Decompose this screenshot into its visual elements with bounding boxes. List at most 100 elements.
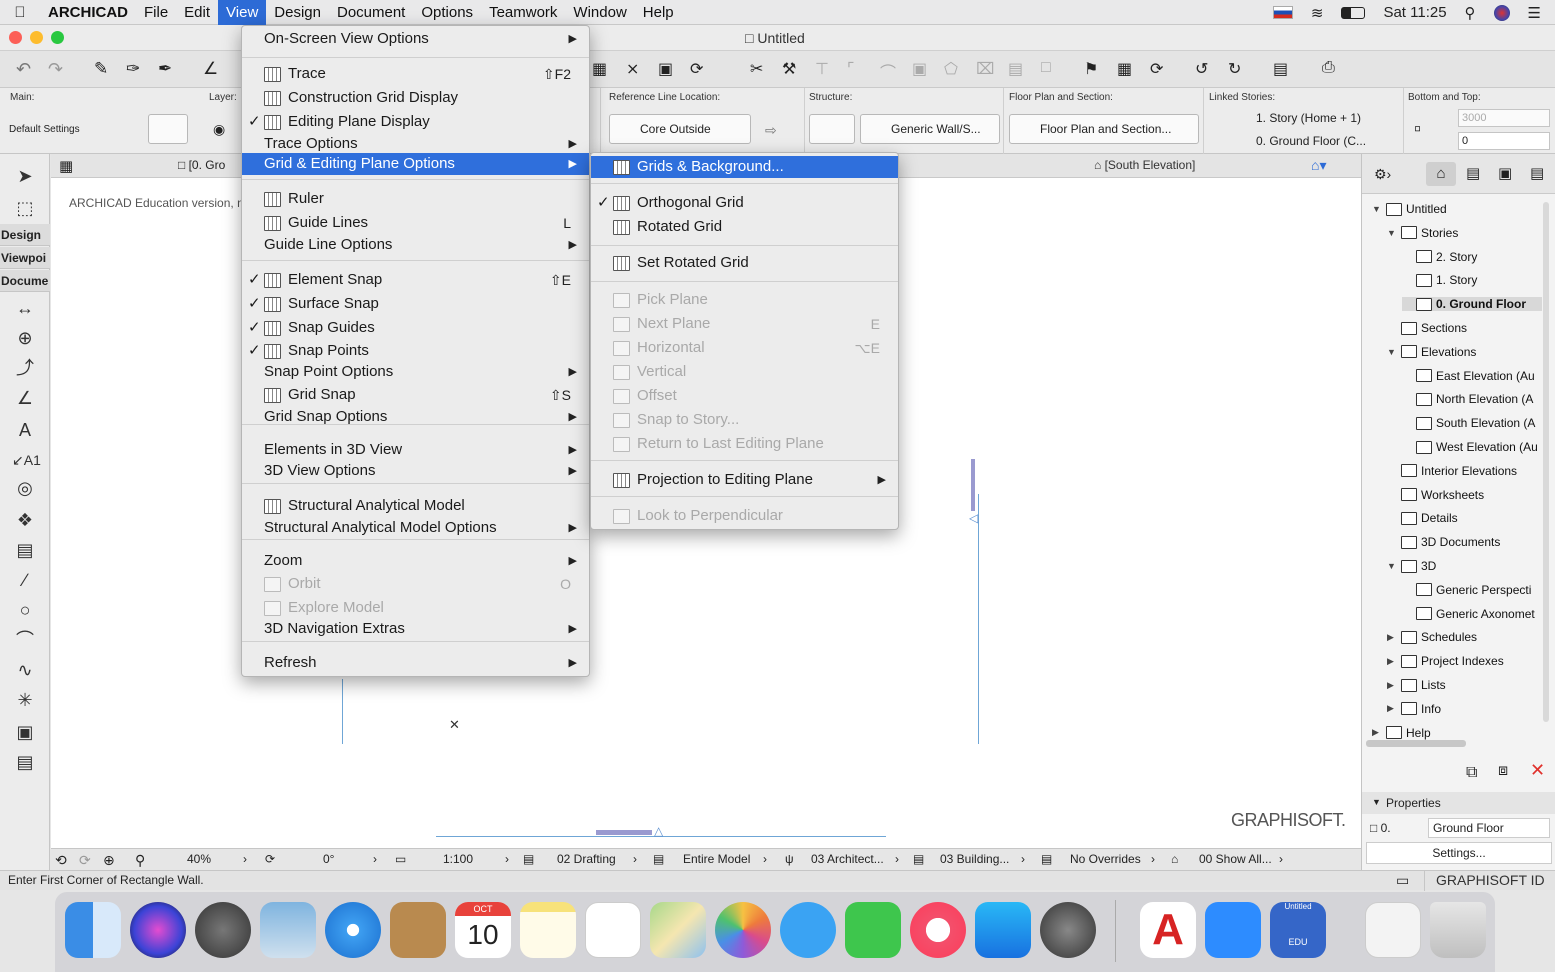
finder-icon[interactable] <box>65 902 121 958</box>
grid-menu-item-rotated-grid[interactable]: Rotated Grid <box>591 216 898 238</box>
navigator-hscrollbar[interactable] <box>1366 740 1466 747</box>
system-preferences-icon[interactable] <box>1040 902 1096 958</box>
expanded-icon[interactable]: ▼ <box>1387 561 1397 571</box>
view-menu-item-structural-analytical-model[interactable]: Structural Analytical Model <box>242 495 589 517</box>
expanded-icon[interactable]: ▼ <box>1372 204 1382 214</box>
view-menu-item-elements-in-3d-view[interactable]: Elements in 3D View ▶ <box>242 439 589 461</box>
view-menu-item-refresh[interactable]: Refresh ▶ <box>242 652 589 674</box>
expanded-icon[interactable]: ▼ <box>1387 347 1397 357</box>
delete-icon[interactable]: ✕ <box>1530 760 1545 781</box>
prop-name-input[interactable]: Ground Floor <box>1428 818 1550 838</box>
scale-arrow-icon[interactable]: › <box>505 852 509 866</box>
menu-view[interactable]: View <box>218 0 267 25</box>
explode-icon[interactable]: □ <box>1041 59 1051 77</box>
elevate-icon[interactable]: ⊤ <box>815 59 829 79</box>
minimize-window-icon[interactable] <box>30 31 43 44</box>
view-menu-item-surface-snap[interactable]: ✓ Surface Snap <box>242 293 589 315</box>
nav-item-info[interactable]: ▶ Info <box>1387 702 1441 716</box>
view-menu-item-trace[interactable]: Trace ⇧F2 <box>242 63 589 85</box>
layout-icon[interactable]: ▦ <box>1117 59 1132 79</box>
siri-dock-icon[interactable] <box>130 902 186 958</box>
overrides-arrow-icon[interactable]: › <box>1151 852 1155 866</box>
top-height-input[interactable]: 3000 <box>1458 109 1550 127</box>
modify-area-icon[interactable]: ▤ <box>1008 59 1023 79</box>
collapsed-icon[interactable]: ▶ <box>1387 632 1397 643</box>
nav-item-0-ground-floor[interactable]: 0. Ground Floor <box>1402 297 1542 312</box>
zoom-value[interactable]: 40% <box>187 852 211 866</box>
structure-type-button[interactable] <box>809 114 855 144</box>
facetime-icon[interactable] <box>845 902 901 958</box>
clone-view-icon[interactable]: ⧈ <box>1498 762 1508 780</box>
view-menu-item-element-snap[interactable]: ✓ Element Snap ⇧E <box>242 269 589 291</box>
nav-item-stories[interactable]: ▼ Stories <box>1387 226 1458 240</box>
music-icon[interactable] <box>910 902 966 958</box>
nav-item-worksheets[interactable]: Worksheets <box>1387 488 1484 502</box>
collapsed-icon[interactable]: ▶ <box>1387 703 1397 714</box>
nav-item-sections[interactable]: Sections <box>1387 321 1467 335</box>
nav-item-generic-axonomet[interactable]: Generic Axonomet <box>1402 607 1535 621</box>
app-store-icon[interactable] <box>975 902 1031 958</box>
bottom-offset-input[interactable]: 0 <box>1458 132 1550 150</box>
tab-overview-icon[interactable]: ▦ <box>59 157 73 175</box>
apple-icon[interactable]:  <box>0 0 40 25</box>
grid-menu-item-set-rotated-grid[interactable]: Set Rotated Grid <box>591 252 898 274</box>
layout-book-icon[interactable]: ▣ <box>1498 164 1512 182</box>
dimension-tool-icon[interactable]: ↔ <box>12 296 38 320</box>
nav-item-west-elevation-au[interactable]: West Elevation (Au <box>1402 440 1538 454</box>
nav-item-north-elevation-a[interactable]: North Elevation (A <box>1402 392 1533 406</box>
fit-in-window-icon[interactable]: ⚲ <box>135 852 145 869</box>
view-menu-item-grid-editing-plane-options[interactable]: Grid & Editing Plane Options ▶ <box>242 153 589 175</box>
nav-item-3d[interactable]: ▼ 3D <box>1387 559 1436 573</box>
model-value[interactable]: Entire Model <box>683 852 750 866</box>
line-tool-icon[interactable]: ∕ <box>12 568 38 592</box>
layer-combo-arrow-icon[interactable]: › <box>633 852 637 866</box>
archicad-window-icon[interactable]: Untitled EDU <box>1270 902 1326 958</box>
spline-tool-icon[interactable]: ∿ <box>12 658 38 682</box>
zone-tool-icon[interactable]: ❖ <box>12 508 38 532</box>
refline-dropdown[interactable]: Core Outside <box>609 114 751 144</box>
menu-document[interactable]: Document <box>329 0 413 25</box>
view-menu-item-snap-points[interactable]: ✓ Snap Points <box>242 340 589 362</box>
grid-menu-item-orthogonal-grid[interactable]: ✓ Orthogonal Grid <box>591 192 898 214</box>
close-window-icon[interactable] <box>9 31 22 44</box>
messages-icon[interactable] <box>780 902 836 958</box>
toolbox-document[interactable]: Docume <box>0 270 50 292</box>
mvo-arrow-icon[interactable]: › <box>1021 852 1025 866</box>
view-menu-item-guide-lines[interactable]: Guide Lines L <box>242 212 589 234</box>
view-menu-item-trace-options[interactable]: Trace Options ▶ <box>242 133 589 155</box>
notification-center-icon[interactable]: ☰ <box>1528 4 1541 22</box>
nav-item-elevations[interactable]: ▼ Elevations <box>1387 345 1476 359</box>
safari-icon[interactable] <box>325 902 381 958</box>
level-dimension-icon[interactable]: ⊕ <box>12 326 38 350</box>
view-settings-icon[interactable]: ▤ <box>1273 59 1288 79</box>
composite-dropdown[interactable]: Generic Wall/S... <box>860 114 1000 144</box>
view-menu-item-grid-snap[interactable]: Grid Snap ⇧S <box>242 384 589 406</box>
battery-icon[interactable] <box>1341 6 1366 19</box>
undo-icon[interactable]: ↶ <box>16 59 31 80</box>
eyedropper-icon[interactable]: ✑ <box>126 59 140 79</box>
collapsed-icon[interactable]: ▶ <box>1387 656 1397 667</box>
layer-visibility-icon[interactable]: ◉ <box>213 121 225 138</box>
publisher-sets-icon[interactable]: ▤ <box>1530 164 1544 182</box>
hotspot-tool-icon[interactable]: ✳ <box>12 688 38 712</box>
zoom-window-icon[interactable] <box>51 31 64 44</box>
floorplan-dropdown[interactable]: Floor Plan and Section... <box>1009 114 1199 144</box>
geometry-method-button[interactable] <box>148 114 188 144</box>
collapsed-icon[interactable]: ▶ <box>1387 680 1397 691</box>
grid-tool-icon[interactable]: ▦ <box>592 59 607 79</box>
menu-window[interactable]: Window <box>565 0 634 25</box>
split-icon[interactable]: ✂ <box>750 59 763 79</box>
nav-item-lists[interactable]: ▶ Lists <box>1387 678 1446 692</box>
input-source-flag-icon[interactable] <box>1272 6 1293 19</box>
grid-menu-item-grids-background[interactable]: Grids & Background... <box>591 156 898 178</box>
archicad-dock-icon[interactable]: A <box>1140 902 1196 958</box>
intersect-icon[interactable]: ⌧ <box>976 59 994 79</box>
menu-options[interactable]: Options <box>413 0 481 25</box>
nav-item-details[interactable]: Details <box>1387 511 1458 525</box>
publish-icon[interactable]: ⟳ <box>1150 59 1163 79</box>
spotlight-search-icon[interactable]: ⚲ <box>1465 4 1476 22</box>
view-menu-item-construction-grid-display[interactable]: Construction Grid Display <box>242 87 589 109</box>
refline-offset-icon[interactable]: ⇨ <box>765 122 777 139</box>
teamwork-send-icon[interactable]: ↻ <box>1228 59 1241 79</box>
pen-arrow-icon[interactable]: › <box>895 852 899 866</box>
